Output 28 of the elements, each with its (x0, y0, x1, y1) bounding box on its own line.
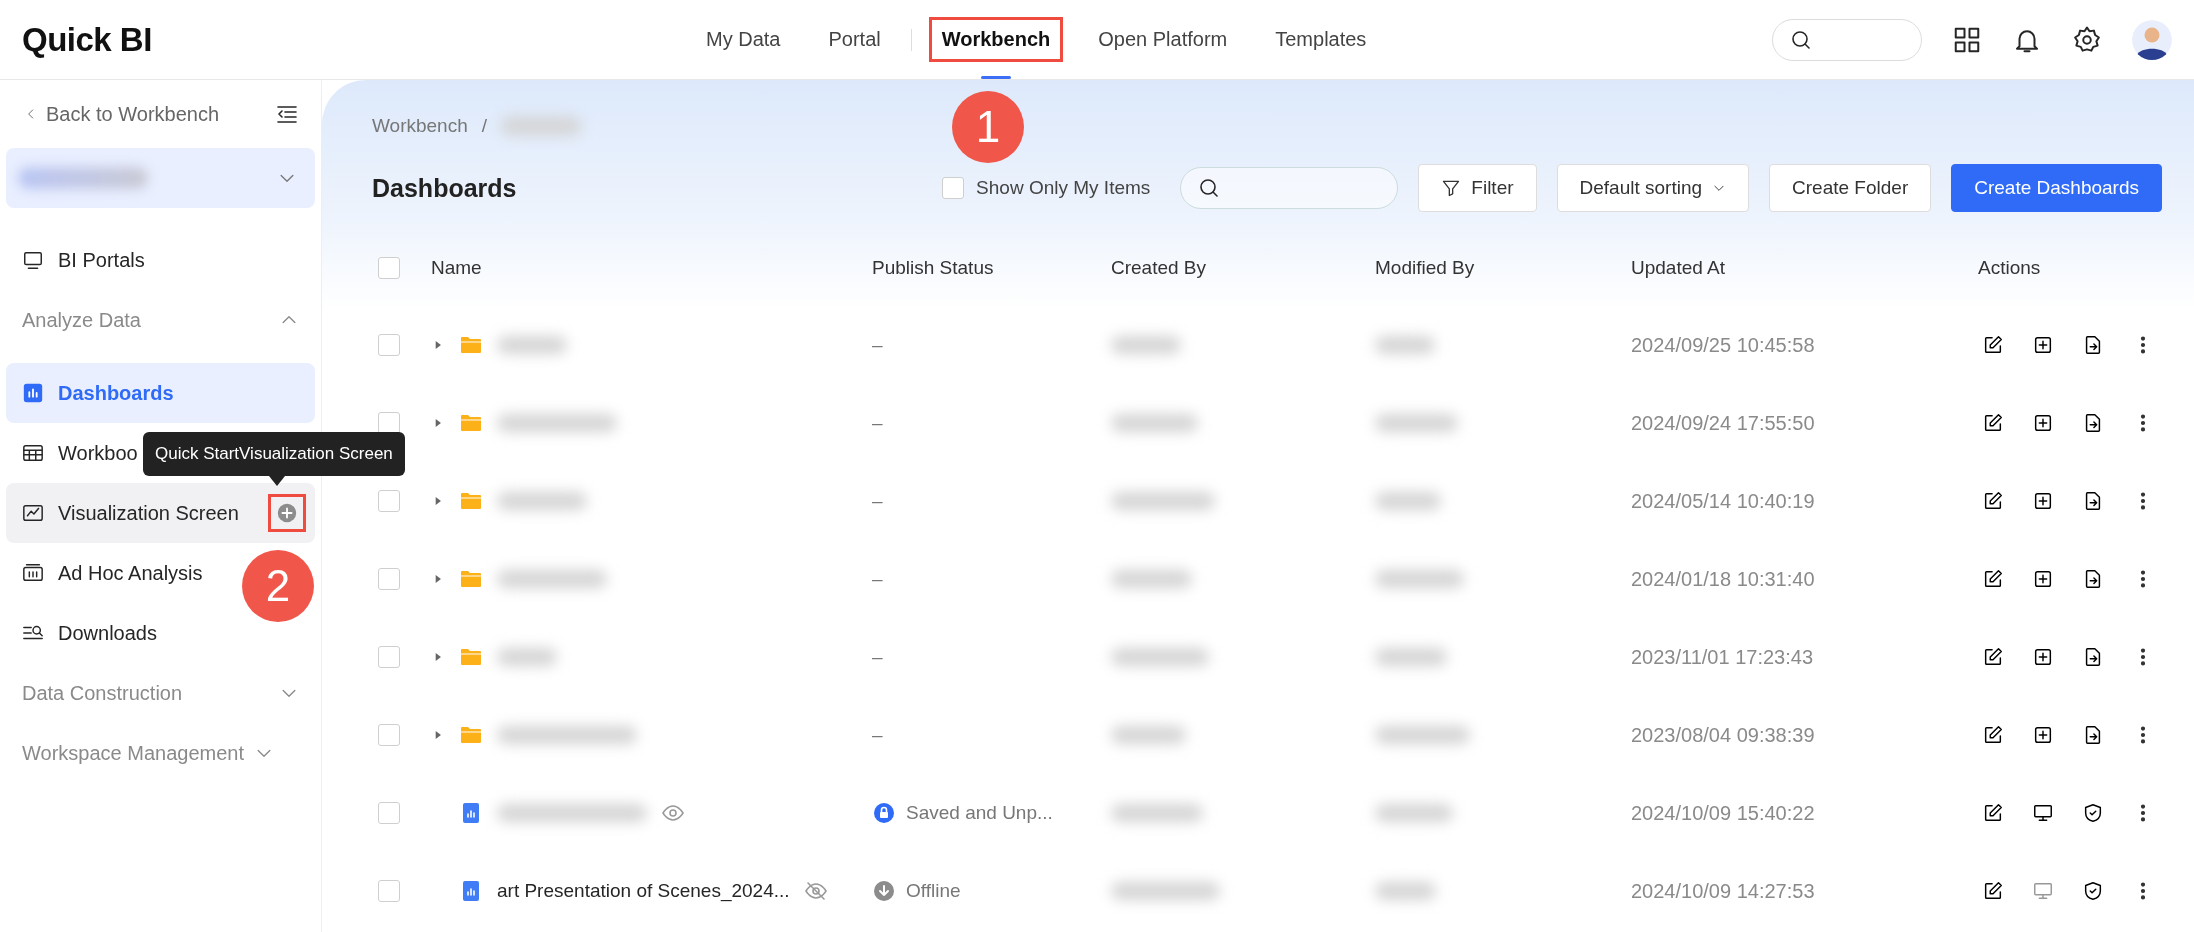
publish-status: – (872, 724, 883, 746)
updated-time: 2024/10/09 15:40:22 (1631, 801, 1816, 825)
column-header: Updated At (1631, 257, 1727, 279)
column-header: Name (431, 257, 483, 279)
publish-status: – (872, 568, 883, 590)
publish-status: – (872, 334, 883, 356)
column-header: Actions (1978, 257, 2042, 279)
column-header: Modified By (1375, 257, 1476, 279)
updated-time: 2024/05/14 10:40:19 (1631, 489, 1816, 513)
tooltip: Quick StartVisualization Screen (143, 432, 405, 476)
page-title: Dashboards (372, 173, 517, 203)
breadcrumb-separator: / (481, 115, 488, 137)
publish-status: Saved and Unp... (906, 802, 1053, 824)
logo: Quick BI (22, 20, 153, 59)
updated-time: 2024/01/18 10:31:40 (1631, 567, 1816, 591)
publish-status: Offline (906, 880, 961, 902)
column-header: Created By (1111, 257, 1208, 279)
publish-status: – (872, 412, 883, 434)
column-header: Publish Status (872, 257, 995, 279)
updated-time: 2023/08/04 09:38:39 (1631, 723, 1816, 747)
publish-status: – (872, 490, 883, 512)
updated-time: 2024/09/25 10:45:58 (1631, 333, 1816, 357)
step-marker: 2 (242, 550, 314, 622)
checkbox-label: Show Only My Items (976, 177, 1151, 199)
updated-time: 2024/09/24 17:55:50 (1631, 411, 1816, 435)
updated-time: 2024/10/09 14:27:53 (1631, 879, 1816, 903)
publish-status: – (872, 646, 883, 668)
updated-time: 2023/11/01 17:23:43 (1631, 645, 1815, 669)
